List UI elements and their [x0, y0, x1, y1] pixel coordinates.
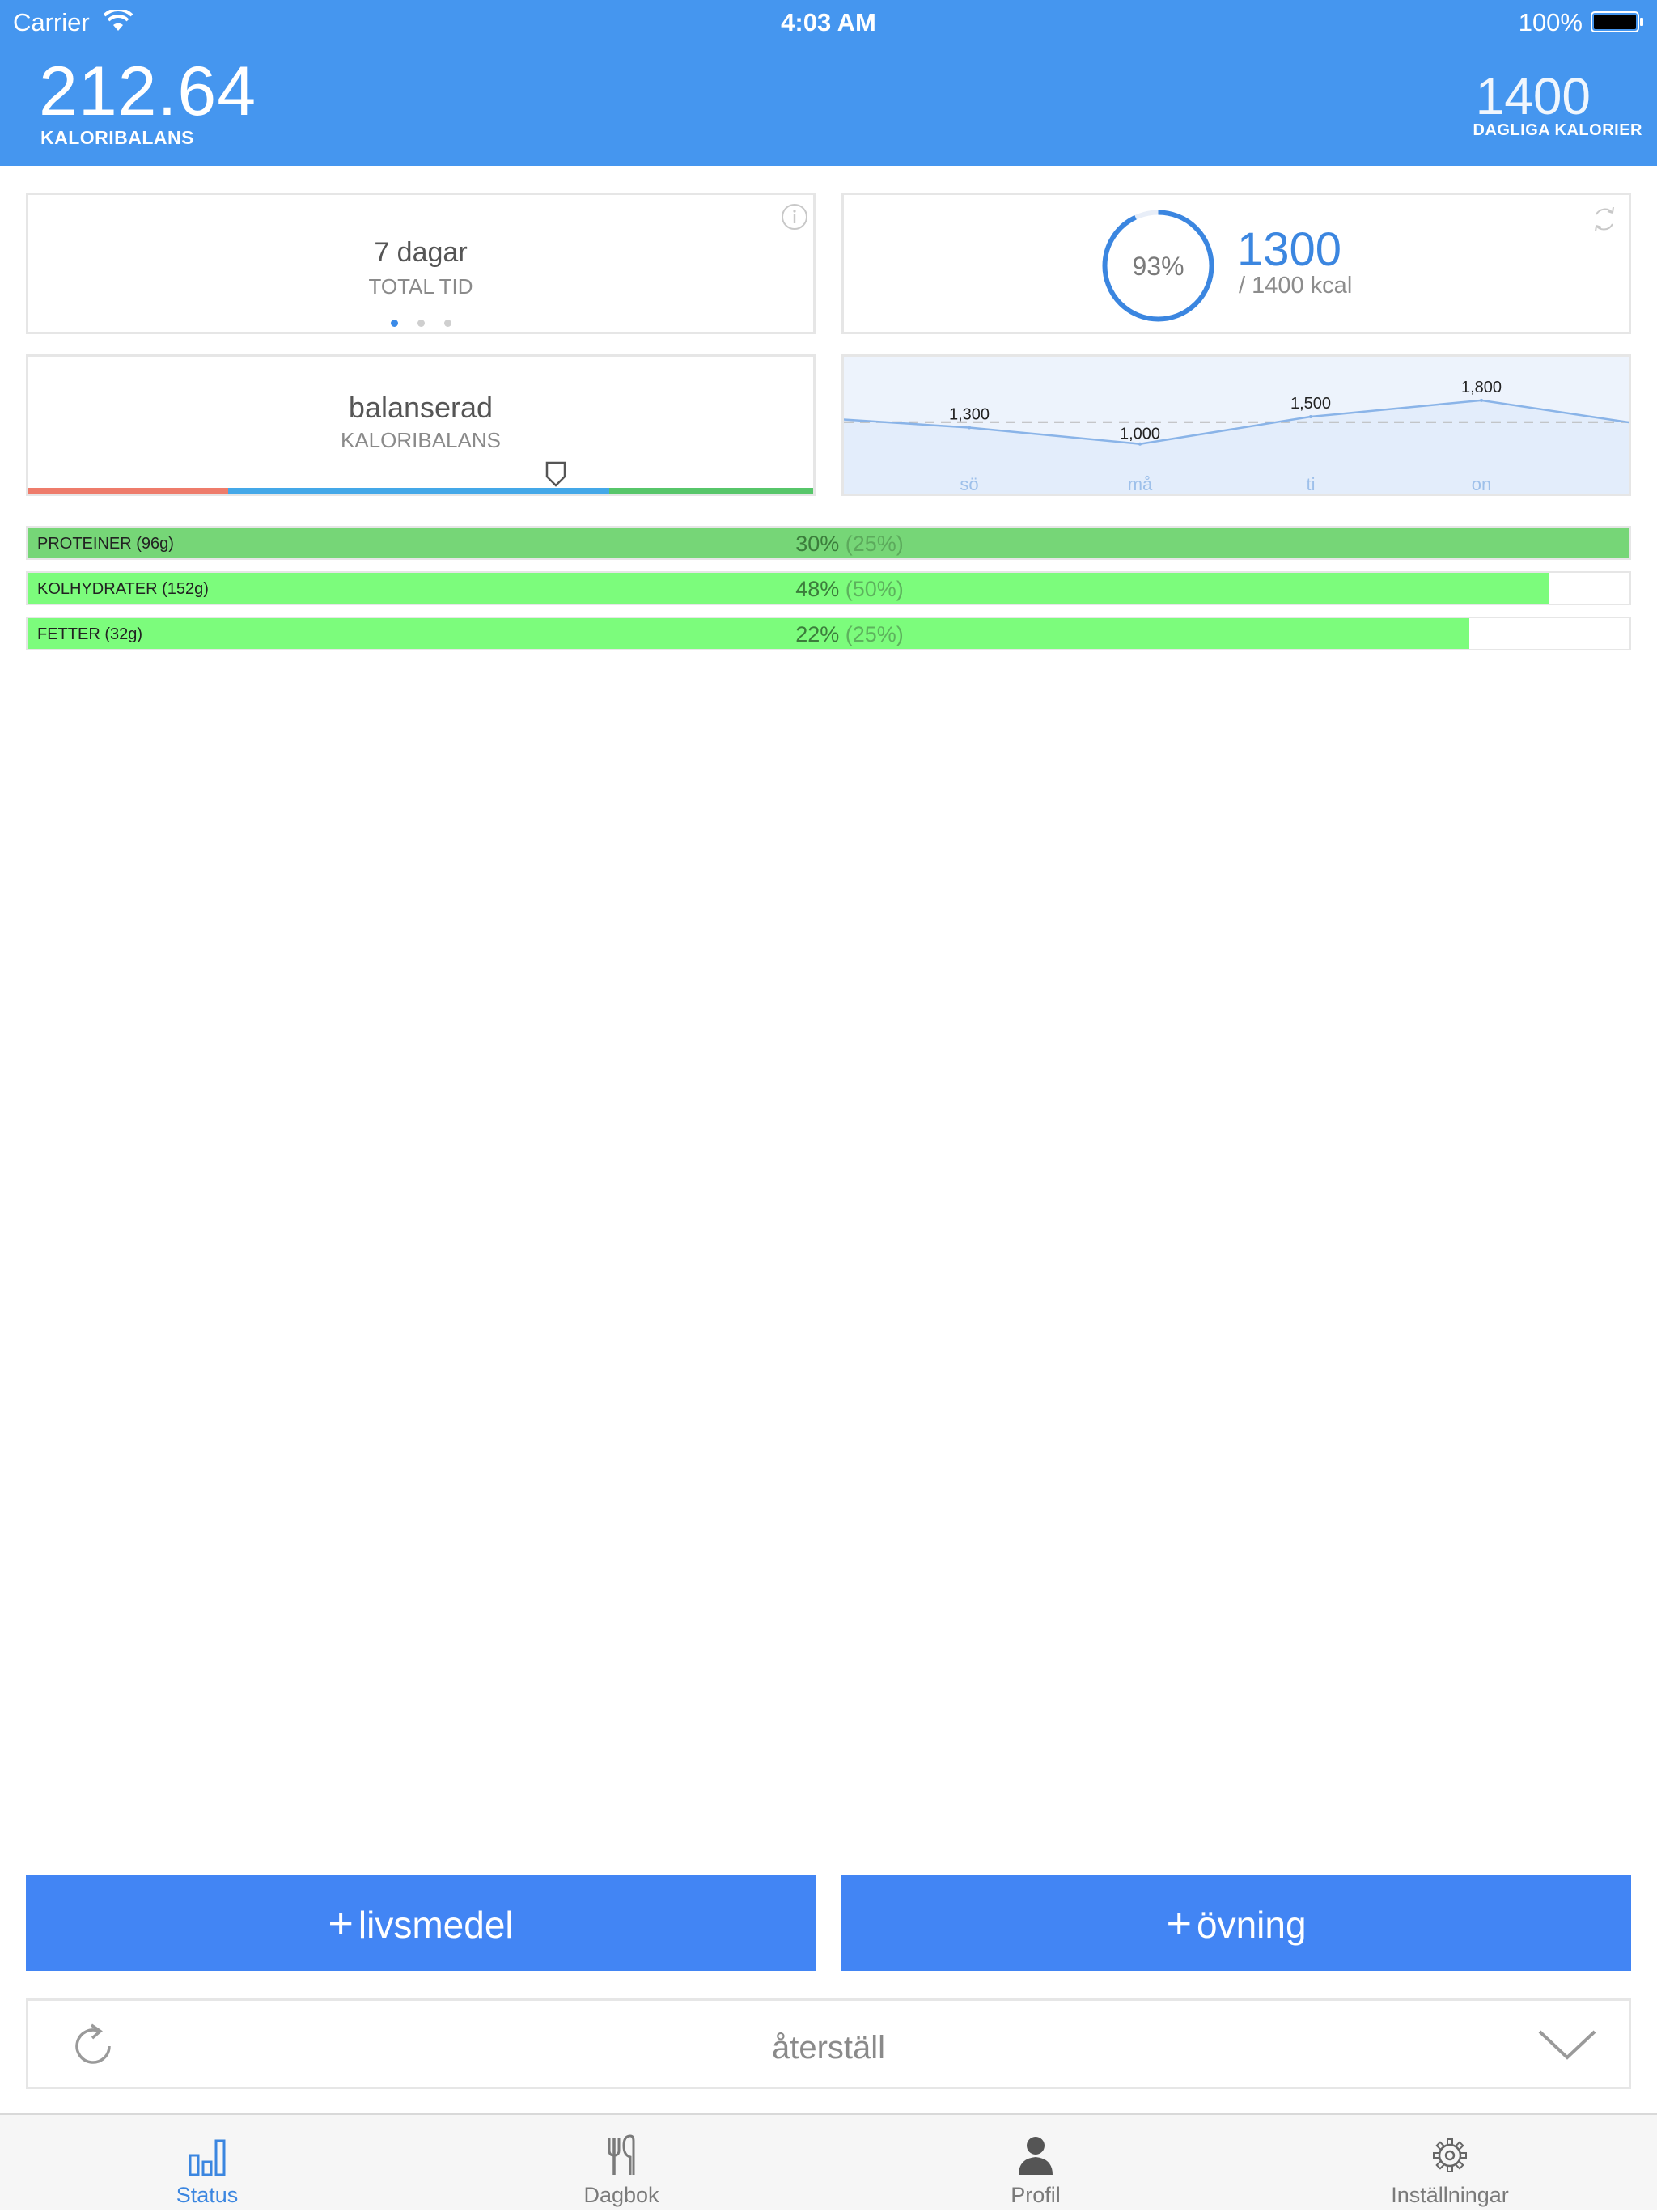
add-food-button[interactable]: + livsmedel — [26, 1875, 816, 1971]
swap-icon[interactable] — [1588, 203, 1621, 235]
calorie-balance-value: 212.64 — [39, 53, 257, 130]
page-dot-2[interactable] — [417, 320, 425, 327]
chart-data-label: 1,300 — [949, 406, 990, 424]
tab-installningar[interactable]: Inställningar — [1243, 2115, 1657, 2212]
chevron-down-icon[interactable] — [1536, 2027, 1598, 2064]
chart-x-tick-label: ti — [1307, 474, 1316, 494]
fork-knife-icon — [608, 2134, 635, 2175]
weekly-calorie-chart[interactable]: 1,300 sö 1,000 må 1,500 ti 1,800 on — [841, 354, 1631, 496]
status-time: 4:03 AM — [781, 8, 876, 36]
chart-data-label: 1,500 — [1290, 395, 1331, 413]
macro-actual-percent: 22% — [795, 622, 840, 646]
tab-status[interactable]: Status — [0, 2115, 414, 2212]
chart-point[interactable] — [968, 426, 971, 430]
tab-dagbok-label: Dagbok — [583, 2183, 659, 2207]
macro-actual-percent: 48% — [795, 577, 840, 601]
tab-installningar-label: Inställningar — [1391, 2183, 1509, 2207]
battery-percent: 100% — [1518, 8, 1583, 36]
chart-x-tick-label: sö — [960, 474, 978, 494]
macro-actual-percent: 30% — [795, 532, 840, 556]
plus-icon: + — [1166, 1899, 1192, 1947]
page-dot-1[interactable] — [390, 320, 398, 327]
app-header: Carrier 4:03 AM 100% 212.64 KALORIBALANS… — [0, 0, 1657, 166]
total-time-card[interactable]: 7 dagar TOTAL TID — [26, 193, 816, 334]
chart-x-tick-label: on — [1472, 474, 1491, 494]
balance-scale — [28, 488, 813, 494]
add-exercise-label: övning — [1196, 1904, 1307, 1946]
battery-icon — [1591, 11, 1643, 32]
macro-row: PROTEINER (96g) 30% (25%) — [26, 526, 1631, 560]
scale-balanced-segment — [228, 488, 609, 494]
macro-target-percent: (25%) — [845, 532, 904, 556]
reset-label: återställ — [771, 2030, 886, 2066]
plus-icon: + — [328, 1899, 354, 1947]
page-indicator[interactable] — [28, 316, 813, 331]
macro-target-percent: (50%) — [845, 577, 904, 601]
scale-surplus-segment — [608, 488, 813, 494]
gear-icon — [1433, 2138, 1467, 2172]
gear-body — [1438, 2143, 1462, 2168]
macro-percent: 48% (50%) — [28, 577, 1629, 602]
tab-dagbok[interactable]: Dagbok — [414, 2115, 828, 2212]
weekly-chart-svg: 1,300 sö 1,000 må 1,500 ti 1,800 on — [844, 379, 1629, 494]
chart-data-label: 1,800 — [1461, 379, 1502, 396]
tab-profil[interactable]: Profil — [828, 2115, 1243, 2212]
calorie-goal-card[interactable]: 93% 1300 / 1400 kcal — [841, 193, 1631, 334]
macro-row: FETTER (32g) 22% (25%) — [26, 617, 1631, 650]
chart-point[interactable] — [1309, 415, 1312, 419]
add-food-label: livsmedel — [358, 1904, 514, 1946]
scale-deficit-segment — [28, 488, 229, 494]
balance-marker-icon — [545, 461, 566, 487]
consumed-calories: 1300 — [1237, 223, 1342, 276]
add-exercise-button[interactable]: + övning — [841, 1875, 1631, 1971]
macro-percent: 22% (25%) — [28, 622, 1629, 647]
total-time-label: TOTAL TID — [368, 274, 473, 299]
info-icon[interactable] — [781, 203, 808, 231]
tab-status-label: Status — [176, 2183, 239, 2207]
macro-row: KOLHYDRATER (152g) 48% (50%) — [26, 571, 1631, 605]
page-dot-3[interactable] — [443, 320, 451, 327]
chart-data-label: 1,000 — [1120, 426, 1160, 443]
calorie-goal-total: / 1400 kcal — [1239, 273, 1353, 299]
daily-calories-value: 1400 — [1475, 67, 1591, 125]
calorie-balance-label: KALORIBALANS — [40, 127, 194, 148]
macro-target-percent: (25%) — [845, 622, 904, 646]
tab-bar: Status Dagbok Profil Inställningar — [0, 2113, 1657, 2210]
chart-x-tick-label: må — [1128, 474, 1153, 494]
reset-bar[interactable]: återställ — [26, 1998, 1631, 2089]
balance-status-label: KALORIBALANS — [341, 428, 501, 452]
total-time-value: 7 dagar — [374, 237, 468, 268]
progress-percent: 93% — [1132, 252, 1184, 281]
chart-point[interactable] — [1480, 398, 1483, 402]
person-icon — [1019, 2137, 1053, 2175]
macro-percent: 30% (25%) — [28, 532, 1629, 557]
tab-profil-label: Profil — [1011, 2183, 1061, 2207]
daily-calories-label: DAGLIGA KALORIER — [1473, 121, 1642, 139]
balance-status-card[interactable]: balanserad KALORIBALANS — [26, 354, 816, 496]
bar-chart-icon — [189, 2139, 226, 2176]
balance-status-value: balanserad — [348, 391, 494, 424]
status-bar: Carrier 4:03 AM 100% — [0, 0, 1657, 44]
